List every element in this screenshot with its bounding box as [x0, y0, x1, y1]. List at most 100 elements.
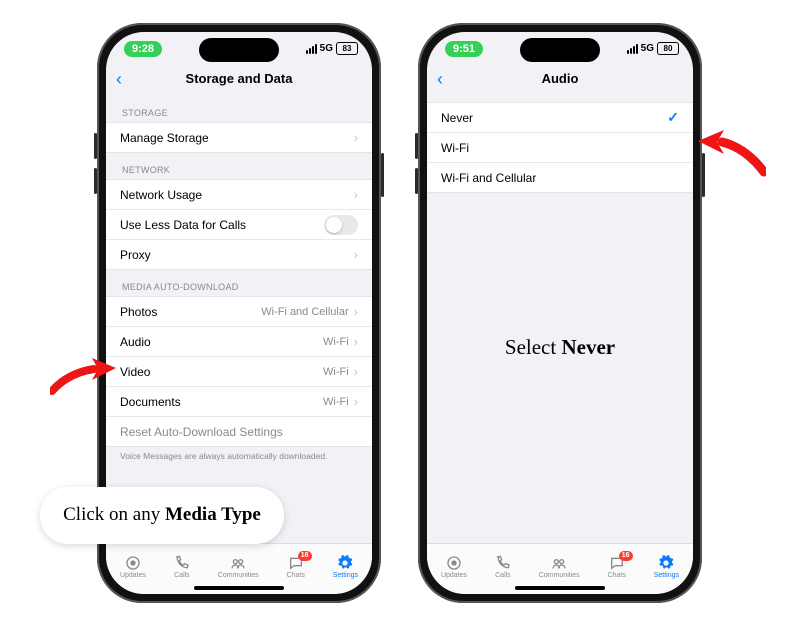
- network-type: 5G: [641, 43, 654, 54]
- communities-icon: [551, 555, 567, 571]
- option-wifi[interactable]: Wi-Fi: [427, 133, 693, 163]
- section-label-storage: STORAGE: [106, 96, 372, 122]
- tab-updates[interactable]: Updates: [441, 555, 467, 579]
- toggle-switch[interactable]: [324, 215, 358, 235]
- option-group: Never ✓ Wi-Fi Wi-Fi and Cellular: [427, 102, 693, 193]
- cell-label: Video: [120, 365, 323, 379]
- notch: [199, 38, 279, 62]
- status-time: 9:51: [445, 41, 483, 57]
- battery-level: 83: [336, 42, 358, 55]
- cell-value: Wi-Fi and Cellular: [261, 306, 348, 318]
- power-button: [702, 153, 705, 197]
- video-row[interactable]: Video Wi-Fi ›: [106, 357, 372, 387]
- battery-icon: 83: [336, 42, 358, 55]
- tab-calls[interactable]: Calls: [174, 555, 190, 579]
- network-group: Network Usage › Use Less Data for Calls …: [106, 179, 372, 270]
- tab-calls[interactable]: Calls: [495, 555, 511, 579]
- section-label-media: MEDIA AUTO-DOWNLOAD: [106, 270, 372, 296]
- power-button: [381, 153, 384, 197]
- chats-icon: 16: [609, 555, 625, 571]
- chats-badge: 16: [298, 551, 312, 561]
- cell-label: Manage Storage: [120, 131, 354, 145]
- status-right: 5G 80: [627, 42, 679, 55]
- option-label: Wi-Fi: [441, 141, 679, 155]
- option-label: Never: [441, 111, 667, 125]
- gear-icon: [658, 555, 674, 571]
- checkmark-icon: ✓: [667, 109, 679, 126]
- back-button[interactable]: ‹: [437, 70, 443, 88]
- volume-up-button: [415, 133, 418, 159]
- status-right: 5G 83: [306, 42, 358, 55]
- home-indicator[interactable]: [515, 586, 605, 590]
- home-indicator[interactable]: [194, 586, 284, 590]
- instruction-balloon-left: Click on any Media Type: [40, 487, 284, 544]
- manage-storage-row[interactable]: Manage Storage ›: [106, 123, 372, 152]
- nav-header: ‹ Storage and Data: [106, 70, 372, 96]
- volume-up-button: [94, 133, 97, 159]
- tab-label: Settings: [654, 572, 679, 579]
- tab-label: Communities: [539, 572, 580, 579]
- tab-label: Updates: [120, 572, 146, 579]
- media-footer-note: Voice Messages are always automatically …: [106, 447, 372, 461]
- chevron-right-icon: ›: [354, 130, 358, 145]
- cell-label: Proxy: [120, 248, 354, 262]
- battery-level: 80: [657, 42, 679, 55]
- tab-settings[interactable]: Settings: [654, 555, 679, 579]
- option-wifi-cellular[interactable]: Wi-Fi and Cellular: [427, 163, 693, 192]
- cell-label: Documents: [120, 395, 323, 409]
- documents-row[interactable]: Documents Wi-Fi ›: [106, 387, 372, 417]
- status-time: 9:28: [124, 41, 162, 57]
- photos-row[interactable]: Photos Wi-Fi and Cellular ›: [106, 297, 372, 327]
- cell-label: Audio: [120, 335, 323, 349]
- cell-label: Photos: [120, 305, 261, 319]
- proxy-row[interactable]: Proxy ›: [106, 240, 372, 269]
- cell-value: Wi-Fi: [323, 396, 349, 408]
- tab-label: Chats: [608, 572, 626, 579]
- chats-icon: 16: [288, 555, 304, 571]
- tab-label: Calls: [174, 572, 190, 579]
- audio-row[interactable]: Audio Wi-Fi ›: [106, 327, 372, 357]
- option-never[interactable]: Never ✓: [427, 103, 693, 133]
- battery-icon: 80: [657, 42, 679, 55]
- tab-chats[interactable]: 16 Chats: [287, 555, 305, 579]
- tab-settings[interactable]: Settings: [333, 555, 358, 579]
- tab-chats[interactable]: 16 Chats: [608, 555, 626, 579]
- updates-icon: [446, 555, 462, 571]
- cell-label: Use Less Data for Calls: [120, 218, 324, 232]
- options-content[interactable]: Never ✓ Wi-Fi Wi-Fi and Cellular: [427, 96, 693, 548]
- network-type: 5G: [320, 43, 333, 54]
- chats-badge: 16: [619, 551, 633, 561]
- less-data-row[interactable]: Use Less Data for Calls: [106, 210, 372, 240]
- tutorial-canvas: 9:28 5G 83 ‹ Storage and Data STORAGE Ma: [0, 0, 800, 625]
- balloon-text-b: Media Type: [165, 504, 261, 525]
- notch: [520, 38, 600, 62]
- updates-icon: [125, 555, 141, 571]
- chevron-right-icon: ›: [354, 394, 358, 409]
- page-title: Storage and Data: [186, 71, 293, 86]
- chevron-right-icon: ›: [354, 187, 358, 202]
- back-button[interactable]: ‹: [116, 70, 122, 88]
- tab-communities[interactable]: Communities: [539, 555, 580, 579]
- phone-right: 9:51 5G 80 ‹ Audio Never ✓: [418, 23, 702, 603]
- section-label-network: NETWORK: [106, 153, 372, 179]
- tab-label: Updates: [441, 572, 467, 579]
- page-title: Audio: [542, 71, 579, 86]
- network-usage-row[interactable]: Network Usage ›: [106, 180, 372, 210]
- tab-updates[interactable]: Updates: [120, 555, 146, 579]
- phone-icon: [495, 555, 511, 571]
- settings-content[interactable]: STORAGE Manage Storage › NETWORK Network…: [106, 96, 372, 548]
- tab-label: Chats: [287, 572, 305, 579]
- communities-icon: [230, 555, 246, 571]
- tab-label: Settings: [333, 572, 358, 579]
- media-group: Photos Wi-Fi and Cellular › Audio Wi-Fi …: [106, 296, 372, 447]
- storage-group: Manage Storage ›: [106, 122, 372, 153]
- option-label: Wi-Fi and Cellular: [441, 171, 679, 185]
- chevron-right-icon: ›: [354, 247, 358, 262]
- cell-label: Reset Auto-Download Settings: [120, 425, 358, 439]
- tab-label: Communities: [218, 572, 259, 579]
- signal-icon: [306, 44, 317, 54]
- reset-row[interactable]: Reset Auto-Download Settings: [106, 417, 372, 446]
- tab-communities[interactable]: Communities: [218, 555, 259, 579]
- signal-icon: [627, 44, 638, 54]
- screen-right: 9:51 5G 80 ‹ Audio Never ✓: [427, 32, 693, 594]
